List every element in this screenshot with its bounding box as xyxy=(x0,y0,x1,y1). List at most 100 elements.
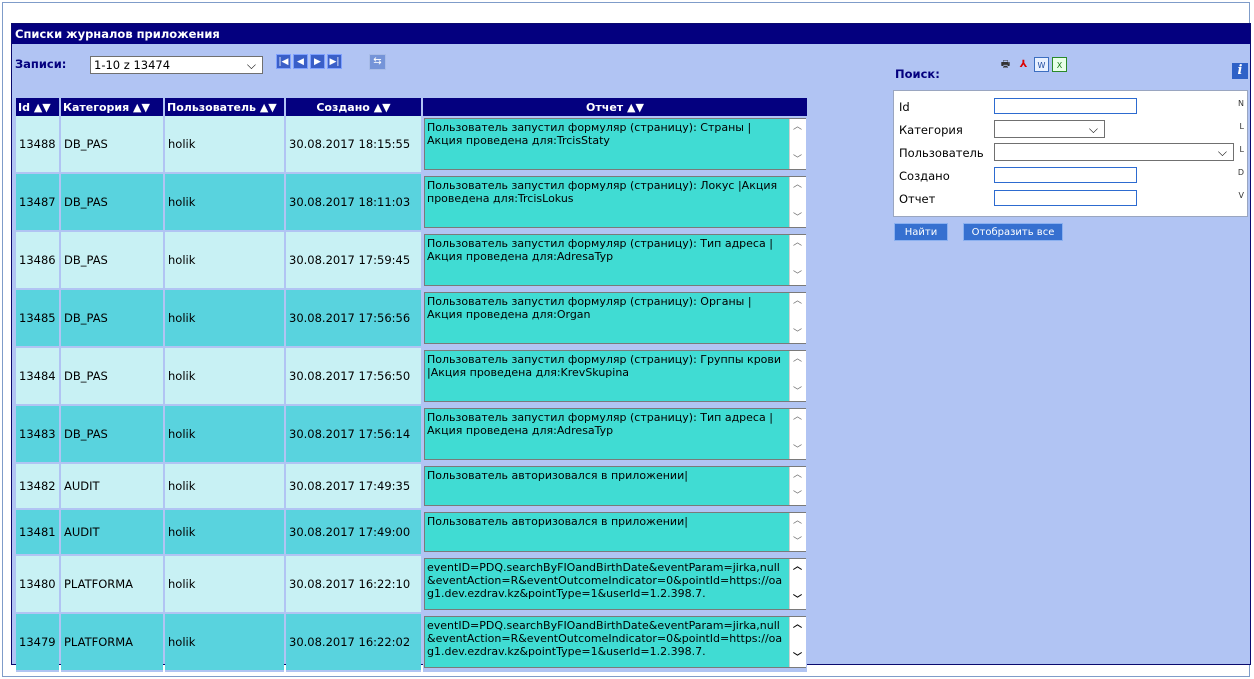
word-icon[interactable]: W xyxy=(1034,57,1049,72)
search-user-select[interactable]: ⌵ xyxy=(994,143,1234,161)
sort-icon[interactable]: ▲▼ xyxy=(260,101,277,114)
cell-category: PLATFORMA xyxy=(61,614,163,672)
col-category[interactable]: Категория ▲▼ xyxy=(61,98,163,116)
search-created-input[interactable] xyxy=(994,167,1137,183)
table-row[interactable]: 13486 DB_PAS holik 30.08.2017 17:59:45 Польз… xyxy=(16,232,807,290)
report-textarea[interactable]: Пользователь запустил формуляр (страницу… xyxy=(424,292,806,344)
scroll-down-icon[interactable]: ﹀ xyxy=(793,652,802,665)
cell-id: 13487 xyxy=(16,174,59,232)
scroll-up-icon[interactable]: ︿ xyxy=(793,515,802,528)
cell-user: holik xyxy=(165,464,284,510)
scroll-down-icon[interactable]: ﹀ xyxy=(793,386,802,399)
search-row-report: Отчет V xyxy=(894,189,1247,209)
scrollbar[interactable]: ︿ ﹀ xyxy=(789,293,806,343)
scroll-up-icon[interactable]: ︿ xyxy=(793,295,802,308)
scrollbar[interactable]: ︿ ﹀ xyxy=(789,513,806,551)
cell-report: eventID=PDQ.searchByFIOandBirthDate&even… xyxy=(423,556,807,614)
sort-icon[interactable]: ▲▼ xyxy=(374,101,391,114)
report-textarea[interactable]: Пользователь авторизовался в приложении|… xyxy=(424,466,806,506)
report-textarea[interactable]: eventID=PDQ.searchByFIOandBirthDate&even… xyxy=(424,616,806,668)
records-select[interactable]: 1-10 z 13474 ⌵ xyxy=(90,56,263,74)
scroll-up-icon[interactable]: ︿ xyxy=(793,121,802,134)
scroll-up-icon[interactable]: ︿ xyxy=(793,619,802,632)
pager: |◀ ◀ ▶ ▶| xyxy=(276,54,342,69)
report-textarea[interactable]: Пользователь запустил формуляр (страницу… xyxy=(424,408,806,460)
refresh-icon[interactable]: ⇆ xyxy=(369,54,386,70)
scroll-up-icon[interactable]: ︿ xyxy=(793,179,802,192)
cell-category: PLATFORMA xyxy=(61,556,163,614)
search-label-category: Категория xyxy=(899,123,963,137)
search-label-created: Создано xyxy=(899,169,950,183)
col-created[interactable]: Создано ▲▼ xyxy=(286,98,421,116)
scroll-down-icon[interactable]: ﹀ xyxy=(793,490,802,503)
cell-report: Пользователь запустил формуляр (страницу… xyxy=(423,174,807,232)
scroll-down-icon[interactable]: ﹀ xyxy=(793,270,802,283)
scroll-up-icon[interactable]: ︿ xyxy=(793,469,802,482)
last-page-button[interactable]: ▶| xyxy=(327,54,342,69)
report-textarea[interactable]: Пользователь запустил формуляр (страницу… xyxy=(424,350,806,402)
report-textarea[interactable]: Пользователь авторизовался в приложении|… xyxy=(424,512,806,552)
search-form: Id N Категория ⌵ L Пользователь ⌵ L Созд… xyxy=(893,90,1248,217)
search-label-report: Отчет xyxy=(899,192,936,206)
sort-icon[interactable]: ▲▼ xyxy=(34,101,51,114)
sort-icon[interactable]: ▲▼ xyxy=(133,101,150,114)
table-row[interactable]: 13485 DB_PAS holik 30.08.2017 17:56:56 Польз… xyxy=(16,290,807,348)
report-textarea[interactable]: eventID=PDQ.searchByFIOandBirthDate&even… xyxy=(424,558,806,610)
col-report[interactable]: Отчет ▲▼ xyxy=(423,98,807,116)
scroll-down-icon[interactable]: ﹀ xyxy=(793,536,802,549)
cell-id: 13479 xyxy=(16,614,59,672)
col-id[interactable]: Id ▲▼ xyxy=(16,98,59,116)
scroll-up-icon[interactable]: ︿ xyxy=(793,561,802,574)
search-id-input[interactable] xyxy=(994,98,1137,114)
search-category-select[interactable]: ⌵ xyxy=(994,120,1105,138)
cell-user: holik xyxy=(165,174,284,232)
table-row[interactable]: 13488 DB_PAS holik 30.08.2017 18:15:55 Польз… xyxy=(16,116,807,174)
table-row[interactable]: 13484 DB_PAS holik 30.08.2017 17:56:50 Польз… xyxy=(16,348,807,406)
sort-icon[interactable]: ▲▼ xyxy=(627,101,644,114)
report-textarea[interactable]: Пользователь запустил формуляр (страницу… xyxy=(424,176,806,228)
col-user[interactable]: Пользователь ▲▼ xyxy=(165,98,284,116)
scrollbar[interactable]: ︿ ﹀ xyxy=(789,177,806,227)
scrollbar[interactable]: ︿ ﹀ xyxy=(789,617,806,667)
cell-report: eventID=PDQ.searchByFIOandBirthDate&even… xyxy=(423,614,807,672)
scroll-up-icon[interactable]: ︿ xyxy=(793,411,802,424)
scrollbar[interactable]: ︿ ﹀ xyxy=(789,559,806,609)
next-page-button[interactable]: ▶ xyxy=(310,54,325,69)
scrollbar[interactable]: ︿ ﹀ xyxy=(789,409,806,459)
scroll-up-icon[interactable]: ︿ xyxy=(793,353,802,366)
find-button[interactable]: Найти xyxy=(894,223,948,241)
search-row-id: Id N xyxy=(894,97,1247,117)
scroll-down-icon[interactable]: ﹀ xyxy=(793,594,802,607)
scrollbar[interactable]: ︿ ﹀ xyxy=(789,235,806,285)
scrollbar[interactable]: ︿ ﹀ xyxy=(789,119,806,169)
scroll-down-icon[interactable]: ﹀ xyxy=(793,328,802,341)
scroll-down-icon[interactable]: ﹀ xyxy=(793,212,802,225)
scrollbar[interactable]: ︿ ﹀ xyxy=(789,467,806,505)
scroll-up-icon[interactable]: ︿ xyxy=(793,237,802,250)
report-textarea[interactable]: Пользователь запустил формуляр (страницу… xyxy=(424,118,806,170)
scroll-down-icon[interactable]: ﹀ xyxy=(793,444,802,457)
search-report-input[interactable] xyxy=(994,190,1137,206)
report-textarea[interactable]: Пользователь запустил формуляр (страницу… xyxy=(424,234,806,286)
scroll-down-icon[interactable]: ﹀ xyxy=(793,154,802,167)
table-row[interactable]: 13481 AUDIT holik 30.08.2017 17:49:00 Пользо… xyxy=(16,510,807,556)
table-row[interactable]: 13487 DB_PAS holik 30.08.2017 18:11:03 Польз… xyxy=(16,174,807,232)
excel-icon[interactable]: X xyxy=(1052,57,1067,72)
info-icon[interactable]: i xyxy=(1232,63,1248,79)
search-op-user: L xyxy=(1239,145,1244,154)
table-row[interactable]: 13482 AUDIT holik 30.08.2017 17:49:35 Пользо… xyxy=(16,464,807,510)
chevron-down-icon: ⌵ xyxy=(1217,145,1227,159)
cell-created: 30.08.2017 18:11:03 xyxy=(286,174,421,232)
cell-category: DB_PAS xyxy=(61,116,163,174)
pdf-icon[interactable]: ⅄ xyxy=(1016,57,1031,72)
scrollbar[interactable]: ︿ ﹀ xyxy=(789,351,806,401)
show-all-button[interactable]: Отобразить все xyxy=(963,223,1063,241)
table-row[interactable]: 13480 PLATFORMA holik 30.08.2017 16:22:10 ev… xyxy=(16,556,807,614)
report-text: eventID=PDQ.searchByFIOandBirthDate&even… xyxy=(427,619,783,658)
first-page-button[interactable]: |◀ xyxy=(276,54,291,69)
cell-category: DB_PAS xyxy=(61,232,163,290)
table-row[interactable]: 13483 DB_PAS holik 30.08.2017 17:56:14 Польз… xyxy=(16,406,807,464)
prev-page-button[interactable]: ◀ xyxy=(293,54,308,69)
table-row[interactable]: 13479 PLATFORMA holik 30.08.2017 16:22:02 ev… xyxy=(16,614,807,672)
printer-icon[interactable]: 🖶 xyxy=(998,57,1013,72)
